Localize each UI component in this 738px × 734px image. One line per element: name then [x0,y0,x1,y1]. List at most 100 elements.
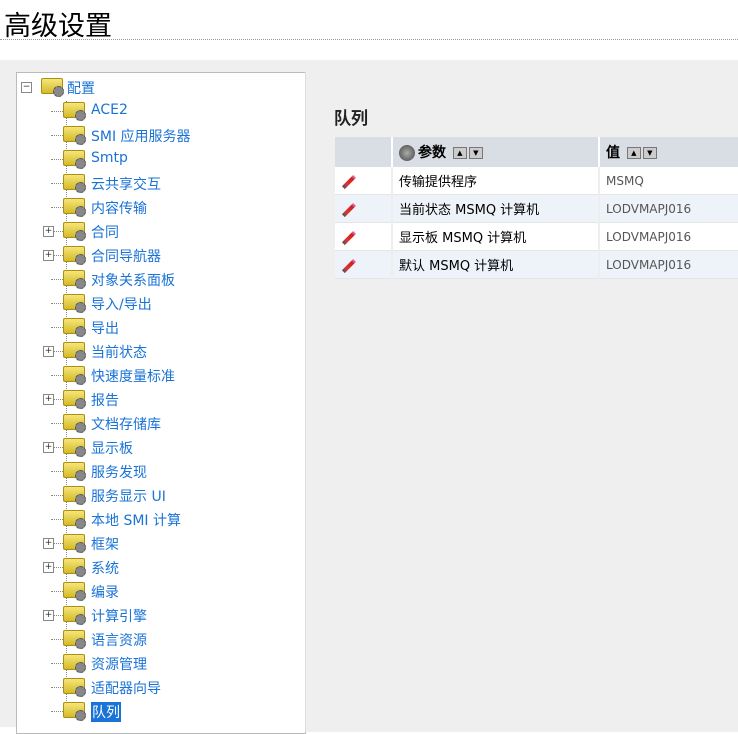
tree-item-label[interactable]: 当前状态 [91,342,147,362]
tree-item-label[interactable]: ACE2 [91,102,128,118]
pencil-icon[interactable] [341,230,357,246]
tree-item-label[interactable]: 内容传输 [91,198,147,218]
gear-icon [75,590,86,601]
tree-item-label[interactable]: 对象关系面板 [91,270,175,290]
sort-asc-icon[interactable]: ▲ [452,147,467,159]
param-cell: 显示板 MSMQ 计算机 [392,222,600,251]
tree-item-label[interactable]: 服务显示 UI [91,486,166,506]
tree-item-label[interactable]: 合同 [91,222,119,242]
expand-icon[interactable]: + [43,610,54,621]
edit-cell[interactable] [335,222,393,251]
tree-item[interactable]: 队列 [17,699,297,723]
tree-item[interactable]: SMI 应用服务器 [17,123,297,147]
tree-item-label[interactable]: 快速度量标准 [91,366,175,386]
play-icon[interactable] [399,145,415,161]
edit-cell[interactable] [335,167,393,195]
expand-icon[interactable]: + [43,394,54,405]
tree-item[interactable]: 适配器向导 [17,675,297,699]
expand-icon[interactable]: + [43,538,54,549]
value-header-label: 值 [606,145,620,161]
gear-icon [75,470,86,481]
tree-item-label[interactable]: 资源管理 [91,654,147,674]
tree-item[interactable]: 导入/导出 [17,291,297,315]
tree-item-label[interactable]: 语言资源 [91,630,147,650]
tree-item-label[interactable]: 队列 [91,702,121,722]
tree-item[interactable]: + 系统 [17,555,297,579]
tree-item-label[interactable]: 导入/导出 [91,294,152,314]
value-cell: LODVMAPJ016 [599,222,738,251]
expand-icon[interactable]: + [43,562,54,573]
tree-item-label[interactable]: 服务发现 [91,462,147,482]
sort-desc-icon[interactable]: ▼ [468,147,483,159]
tree-item-label[interactable]: 本地 SMI 计算 [91,510,181,530]
gear-icon [75,422,86,433]
expand-icon[interactable]: + [43,250,54,261]
edit-cell[interactable] [335,194,393,223]
gear-icon [75,278,86,289]
tree-item-label[interactable]: 编录 [91,582,119,602]
tree-item[interactable]: + 显示板 [17,435,297,459]
settings-table: 参数 ▲ ▼ 值 ▲ ▼ 传输提供程序 MSMQ 当前状态 MSMQ 计算机 LOD… [335,137,738,279]
gear-icon [75,710,86,721]
tree-item-label[interactable]: 计算引擎 [91,606,147,626]
table-row[interactable]: 当前状态 MSMQ 计算机 LODVMAPJ016 [335,194,738,223]
table-row[interactable]: 显示板 MSMQ 计算机 LODVMAPJ016 [335,222,738,251]
tree-item-label[interactable]: 报告 [91,390,119,410]
gear-icon [75,206,86,217]
value-cell: MSMQ [599,167,738,195]
tree-item[interactable]: 资源管理 [17,651,297,675]
tree-item-label[interactable]: SMI 应用服务器 [91,126,191,146]
tree-root-label[interactable]: 配置 [67,78,95,98]
tree-item-label[interactable]: 文档存储库 [91,414,161,434]
pencil-icon[interactable] [341,258,357,274]
tree-item[interactable]: 编录 [17,579,297,603]
gear-icon [75,110,86,121]
tree-item-label[interactable]: 显示板 [91,438,133,458]
tree-item[interactable]: 本地 SMI 计算 [17,507,297,531]
gear-icon [75,398,86,409]
tree-item-label[interactable]: 系统 [91,558,119,578]
sort-desc-icon[interactable]: ▼ [642,147,657,159]
collapse-icon[interactable]: − [21,82,32,93]
pencil-icon[interactable] [341,174,357,190]
gear-icon [53,86,64,97]
config-tree[interactable]: − 配置 ACE2 SMI 应用服务器 Smtp 云共享交互内容传输 + 合同 + 合同导航器… [16,72,306,734]
tree-item[interactable]: 快速度量标准 [17,363,297,387]
tree-item[interactable]: 对象关系面板 [17,267,297,291]
param-column-header[interactable]: 参数 ▲ ▼ [392,137,600,167]
tree-item-label[interactable]: 框架 [91,534,119,554]
tree-item[interactable]: 语言资源 [17,627,297,651]
tree-item-label[interactable]: 导出 [91,318,119,338]
pencil-icon[interactable] [341,202,357,218]
tree-item[interactable]: Smtp [17,147,297,171]
table-row[interactable]: 默认 MSMQ 计算机 LODVMAPJ016 [335,250,738,279]
expand-icon[interactable]: + [43,346,54,357]
tree-item[interactable]: + 合同导航器 [17,243,297,267]
tree-item[interactable]: + 合同 [17,219,297,243]
gear-icon [75,326,86,337]
tree-item[interactable]: ACE2 [17,99,297,123]
tree-item[interactable]: 导出 [17,315,297,339]
tree-item-label[interactable]: 合同导航器 [91,246,161,266]
tree-item[interactable]: 服务发现 [17,459,297,483]
expand-icon[interactable]: + [43,442,54,453]
table-row[interactable]: 传输提供程序 MSMQ [335,167,738,195]
tree-item-label[interactable]: 云共享交互 [91,174,161,194]
tree-item[interactable]: + 框架 [17,531,297,555]
gear-icon [75,374,86,385]
tree-item[interactable]: 内容传输 [17,195,297,219]
expand-icon[interactable]: + [43,226,54,237]
edit-column-header [335,137,393,167]
tree-item[interactable]: 文档存储库 [17,411,297,435]
tree-item[interactable]: + 报告 [17,387,297,411]
edit-cell[interactable] [335,250,393,279]
tree-item-label[interactable]: 适配器向导 [91,678,161,698]
sort-asc-icon[interactable]: ▲ [626,147,641,159]
tree-item[interactable]: + 计算引擎 [17,603,297,627]
page-title: 高级设置 [4,11,112,42]
tree-item-label[interactable]: Smtp [91,150,128,166]
value-column-header[interactable]: 值 ▲ ▼ [599,137,738,167]
tree-item[interactable]: 服务显示 UI [17,483,297,507]
tree-item[interactable]: 云共享交互 [17,171,297,195]
tree-item[interactable]: + 当前状态 [17,339,297,363]
